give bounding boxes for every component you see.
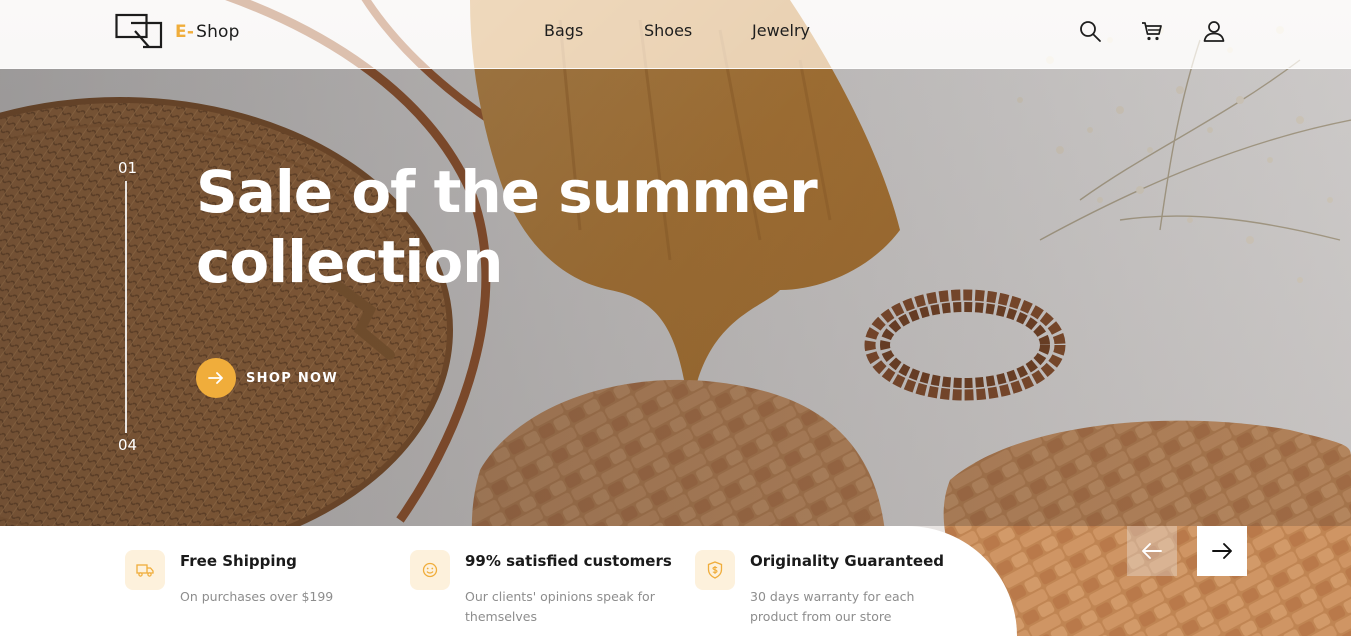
feature-desc: 30 days warranty for each product from o…	[750, 589, 915, 624]
slider-next-button[interactable]	[1197, 526, 1247, 576]
truck-icon	[125, 550, 165, 590]
nav-item-jewelry[interactable]: Jewelry	[752, 21, 810, 40]
slide-counter: 01 04	[114, 159, 140, 459]
arrow-right-icon	[1212, 543, 1232, 559]
feature-title: 99% satisfied customers	[465, 552, 672, 570]
smile-icon	[410, 550, 450, 590]
slide-current: 01	[118, 159, 138, 177]
feature-desc: Our clients' opinions speak for themselv…	[465, 589, 655, 624]
shop-now-circle	[196, 358, 236, 398]
slide-total: 04	[118, 436, 138, 454]
site-header: E- Shop Bags Shoes Jewelry	[0, 0, 1351, 69]
slider-prev-button[interactable]	[1127, 526, 1177, 576]
header-actions	[1078, 19, 1226, 43]
feature-desc: On purchases over $199	[180, 589, 334, 604]
feature-title: Originality Guaranteed	[750, 552, 944, 570]
shield-icon	[695, 550, 735, 590]
hero-title: Sale of the summer collection	[196, 158, 818, 296]
search-icon[interactable]	[1078, 19, 1102, 43]
hero-overlay	[0, 68, 1351, 526]
slide-progress-track	[125, 181, 127, 433]
arrow-right-icon	[208, 372, 223, 384]
arrow-left-icon	[1142, 543, 1162, 559]
feature-title: Free Shipping	[180, 552, 297, 570]
shop-now-label: SHOP NOW	[246, 370, 339, 386]
nav-item-bags[interactable]: Bags	[544, 21, 583, 40]
features-panel: Free Shipping On purchases over $199 99%…	[0, 526, 1017, 636]
nav-item-shoes[interactable]: Shoes	[644, 21, 692, 40]
cart-icon[interactable]	[1140, 19, 1164, 43]
shop-now-button[interactable]: SHOP NOW	[196, 358, 338, 398]
user-icon[interactable]	[1202, 19, 1226, 43]
